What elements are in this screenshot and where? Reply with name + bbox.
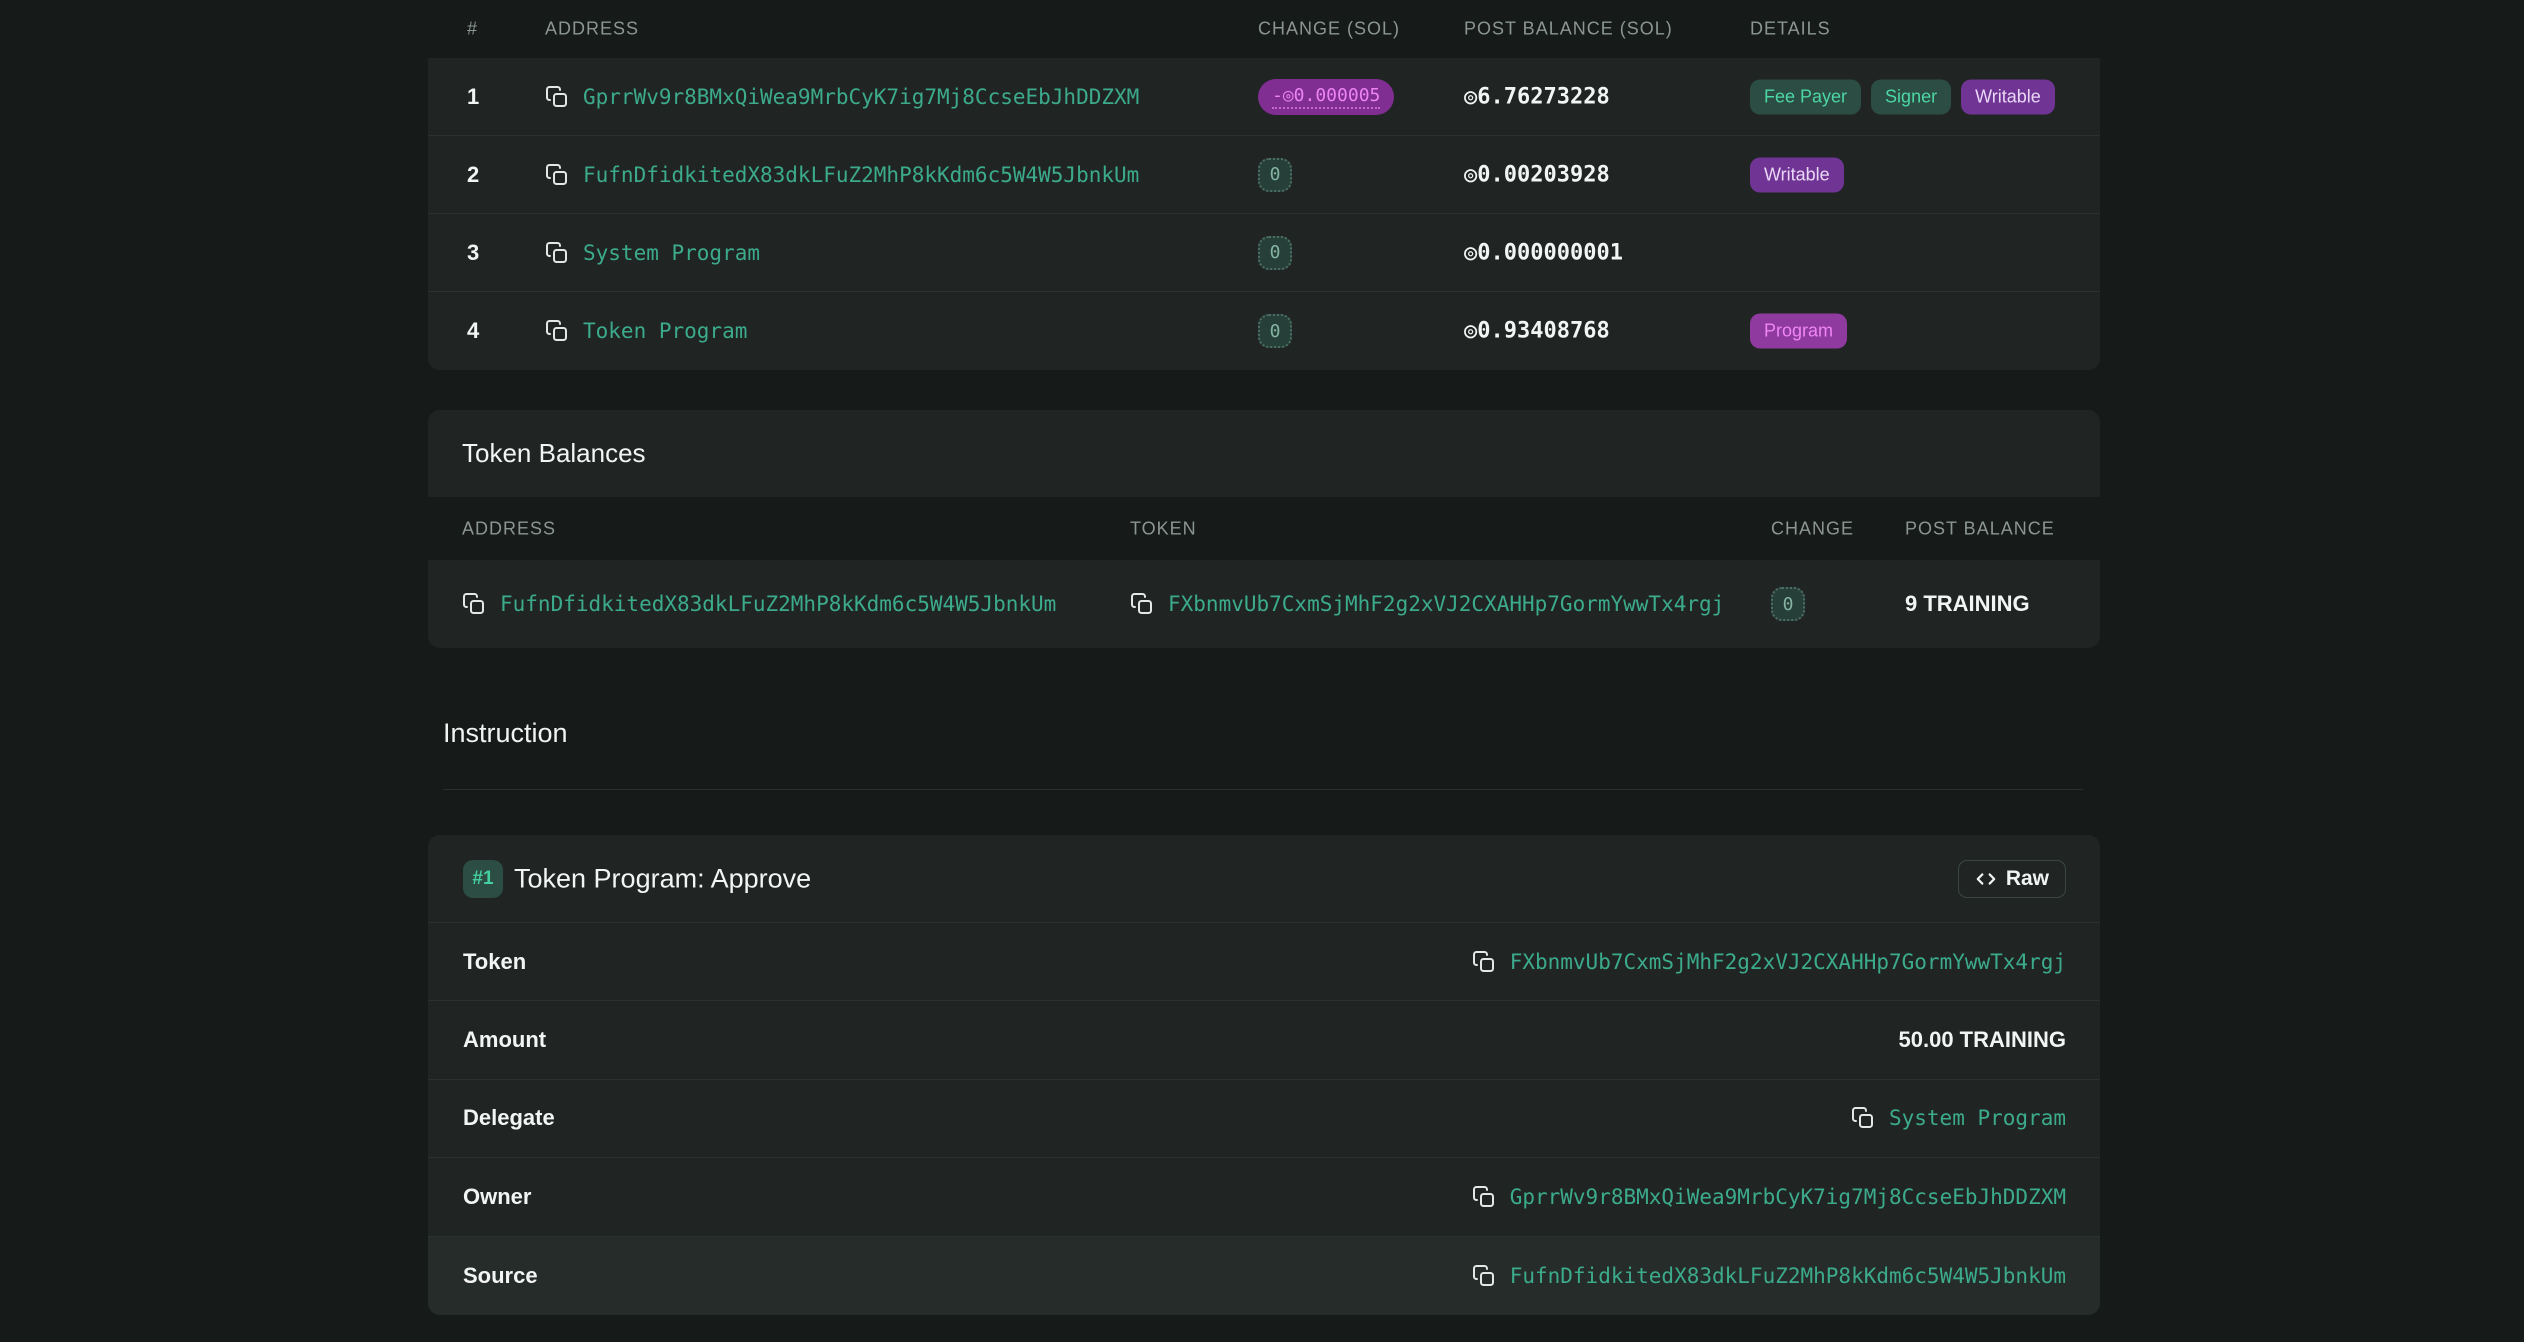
change-badge: 0 <box>1258 157 1292 192</box>
divider <box>443 789 2083 790</box>
writable-badge: Writable <box>1961 79 2055 114</box>
change-badge: -◎0.000005 <box>1258 78 1395 115</box>
token-balances-panel: Token Balances Address Token Change Post… <box>428 410 2100 648</box>
instruction-heading: Instruction <box>443 718 568 748</box>
col-header-change: Change (SOL) <box>1258 18 1401 39</box>
copy-icon[interactable] <box>1851 1106 1875 1130</box>
col-header-address: Address <box>462 518 557 538</box>
instruction-card-header: #1 Token Program: Approve Raw <box>428 835 2100 923</box>
copy-icon[interactable] <box>1130 592 1154 616</box>
token-mint-link[interactable]: FXbnmvUb7CxmSjMhF2g2xVJ2CXAHHp7GormYwwTx… <box>1168 592 1724 616</box>
col-header-post-balance: Post Balance (SOL) <box>1464 18 1673 39</box>
field-label: Source <box>463 1262 538 1288</box>
col-header-details: Details <box>1750 18 1831 39</box>
post-balance: ◎0.000000001 <box>1464 240 1623 265</box>
copy-icon[interactable] <box>462 592 486 616</box>
col-header-index: # <box>467 18 479 39</box>
code-icon <box>1976 872 1996 885</box>
row-index: 4 <box>467 318 480 343</box>
accounts-table-header: # Address Change (SOL) Post Balance (SOL… <box>428 0 2100 58</box>
copy-icon[interactable] <box>1472 950 1496 974</box>
change-badge: 0 <box>1771 587 1805 621</box>
instruction-index-badge: #1 <box>463 859 503 898</box>
col-header-address: Address <box>545 18 640 39</box>
token-post-balance: 9 TRAINING <box>1905 591 2030 616</box>
row-index: 3 <box>467 239 480 265</box>
copy-icon[interactable] <box>1472 1264 1496 1288</box>
post-balance: ◎0.93408768 <box>1464 318 1610 344</box>
field-label: Amount <box>463 1027 547 1053</box>
instruction-card: #1 Token Program: Approve Raw Token FXbn… <box>428 835 2100 1315</box>
token-balances-title: Token Balances <box>462 438 646 468</box>
copy-icon[interactable] <box>545 319 569 343</box>
token-balances-header: Address Token Change Post Balance <box>428 497 2100 560</box>
row-index: 2 <box>467 161 480 187</box>
instruction-field-row: Amount 50.00 TRAINING <box>428 1001 2100 1080</box>
post-balance: ◎6.76273228 <box>1464 84 1610 109</box>
post-balance: ◎0.00203928 <box>1464 162 1610 187</box>
instruction-title: Token Program: Approve <box>514 863 812 893</box>
field-label: Delegate <box>463 1105 555 1131</box>
copy-icon[interactable] <box>545 241 569 265</box>
change-badge: 0 <box>1258 235 1292 270</box>
col-header-token: Token <box>1130 518 1197 538</box>
change-badge: 0 <box>1258 314 1292 348</box>
writable-badge: Writable <box>1750 157 1844 192</box>
instruction-field-row: Source FufnDfidkitedX83dkLFuZ2MhP8kKdm6c… <box>428 1236 2100 1315</box>
table-row: 1 GprrWv9r8BMxQiWea9MrbCyK7ig7Mj8CcseEbJ… <box>428 58 2100 136</box>
account-address-link[interactable]: GprrWv9r8BMxQiWea9MrbCyK7ig7Mj8CcseEbJhD… <box>583 85 1139 109</box>
account-address-link[interactable]: System Program <box>583 241 760 265</box>
signer-badge: Signer <box>1871 79 1952 114</box>
fee-payer-badge: Fee Payer <box>1750 79 1862 114</box>
source-address-link[interactable]: FufnDfidkitedX83dkLFuZ2MhP8kKdm6c5W4W5Jb… <box>1510 1264 2066 1288</box>
table-row: FufnDfidkitedX83dkLFuZ2MhP8kKdm6c5W4W5Jb… <box>428 560 2100 648</box>
accounts-table: # Address Change (SOL) Post Balance (SOL… <box>428 0 2100 370</box>
table-row: 4 Token Program 0 ◎0.93408768 Program <box>428 292 2100 370</box>
instruction-field-row: Token FXbnmvUb7CxmSjMhF2g2xVJ2CXAHHp7Gor… <box>428 923 2100 1002</box>
copy-icon[interactable] <box>1472 1185 1496 1209</box>
instruction-field-row: Delegate System Program <box>428 1080 2100 1159</box>
instruction-field-row: Owner GprrWv9r8BMxQiWea9MrbCyK7ig7Mj8Ccs… <box>428 1158 2100 1237</box>
table-row: 3 System Program 0 ◎0.000000001 <box>428 214 2100 292</box>
col-header-post-balance: Post Balance <box>1905 518 2055 538</box>
copy-icon[interactable] <box>545 85 569 109</box>
token-account-address-link[interactable]: FufnDfidkitedX83dkLFuZ2MhP8kKdm6c5W4W5Jb… <box>500 592 1056 616</box>
copy-icon[interactable] <box>545 163 569 187</box>
token-address-link[interactable]: FXbnmvUb7CxmSjMhF2g2xVJ2CXAHHp7GormYwwTx… <box>1510 950 2066 974</box>
row-index: 1 <box>467 83 480 109</box>
table-row: 2 FufnDfidkitedX83dkLFuZ2MhP8kKdm6c5W4W5… <box>428 136 2100 214</box>
field-label: Token <box>463 948 527 974</box>
owner-address-link[interactable]: GprrWv9r8BMxQiWea9MrbCyK7ig7Mj8CcseEbJhD… <box>1510 1185 2066 1209</box>
account-address-link[interactable]: FufnDfidkitedX83dkLFuZ2MhP8kKdm6c5W4W5Jb… <box>583 163 1139 187</box>
account-address-link[interactable]: Token Program <box>583 319 747 343</box>
col-header-change: Change <box>1771 518 1855 538</box>
field-label: Owner <box>463 1183 532 1209</box>
raw-button[interactable]: Raw <box>1957 859 2066 898</box>
delegate-address-link[interactable]: System Program <box>1889 1106 2066 1130</box>
program-badge: Program <box>1750 313 1848 349</box>
amount-value: 50.00 TRAINING <box>1898 1027 2067 1053</box>
